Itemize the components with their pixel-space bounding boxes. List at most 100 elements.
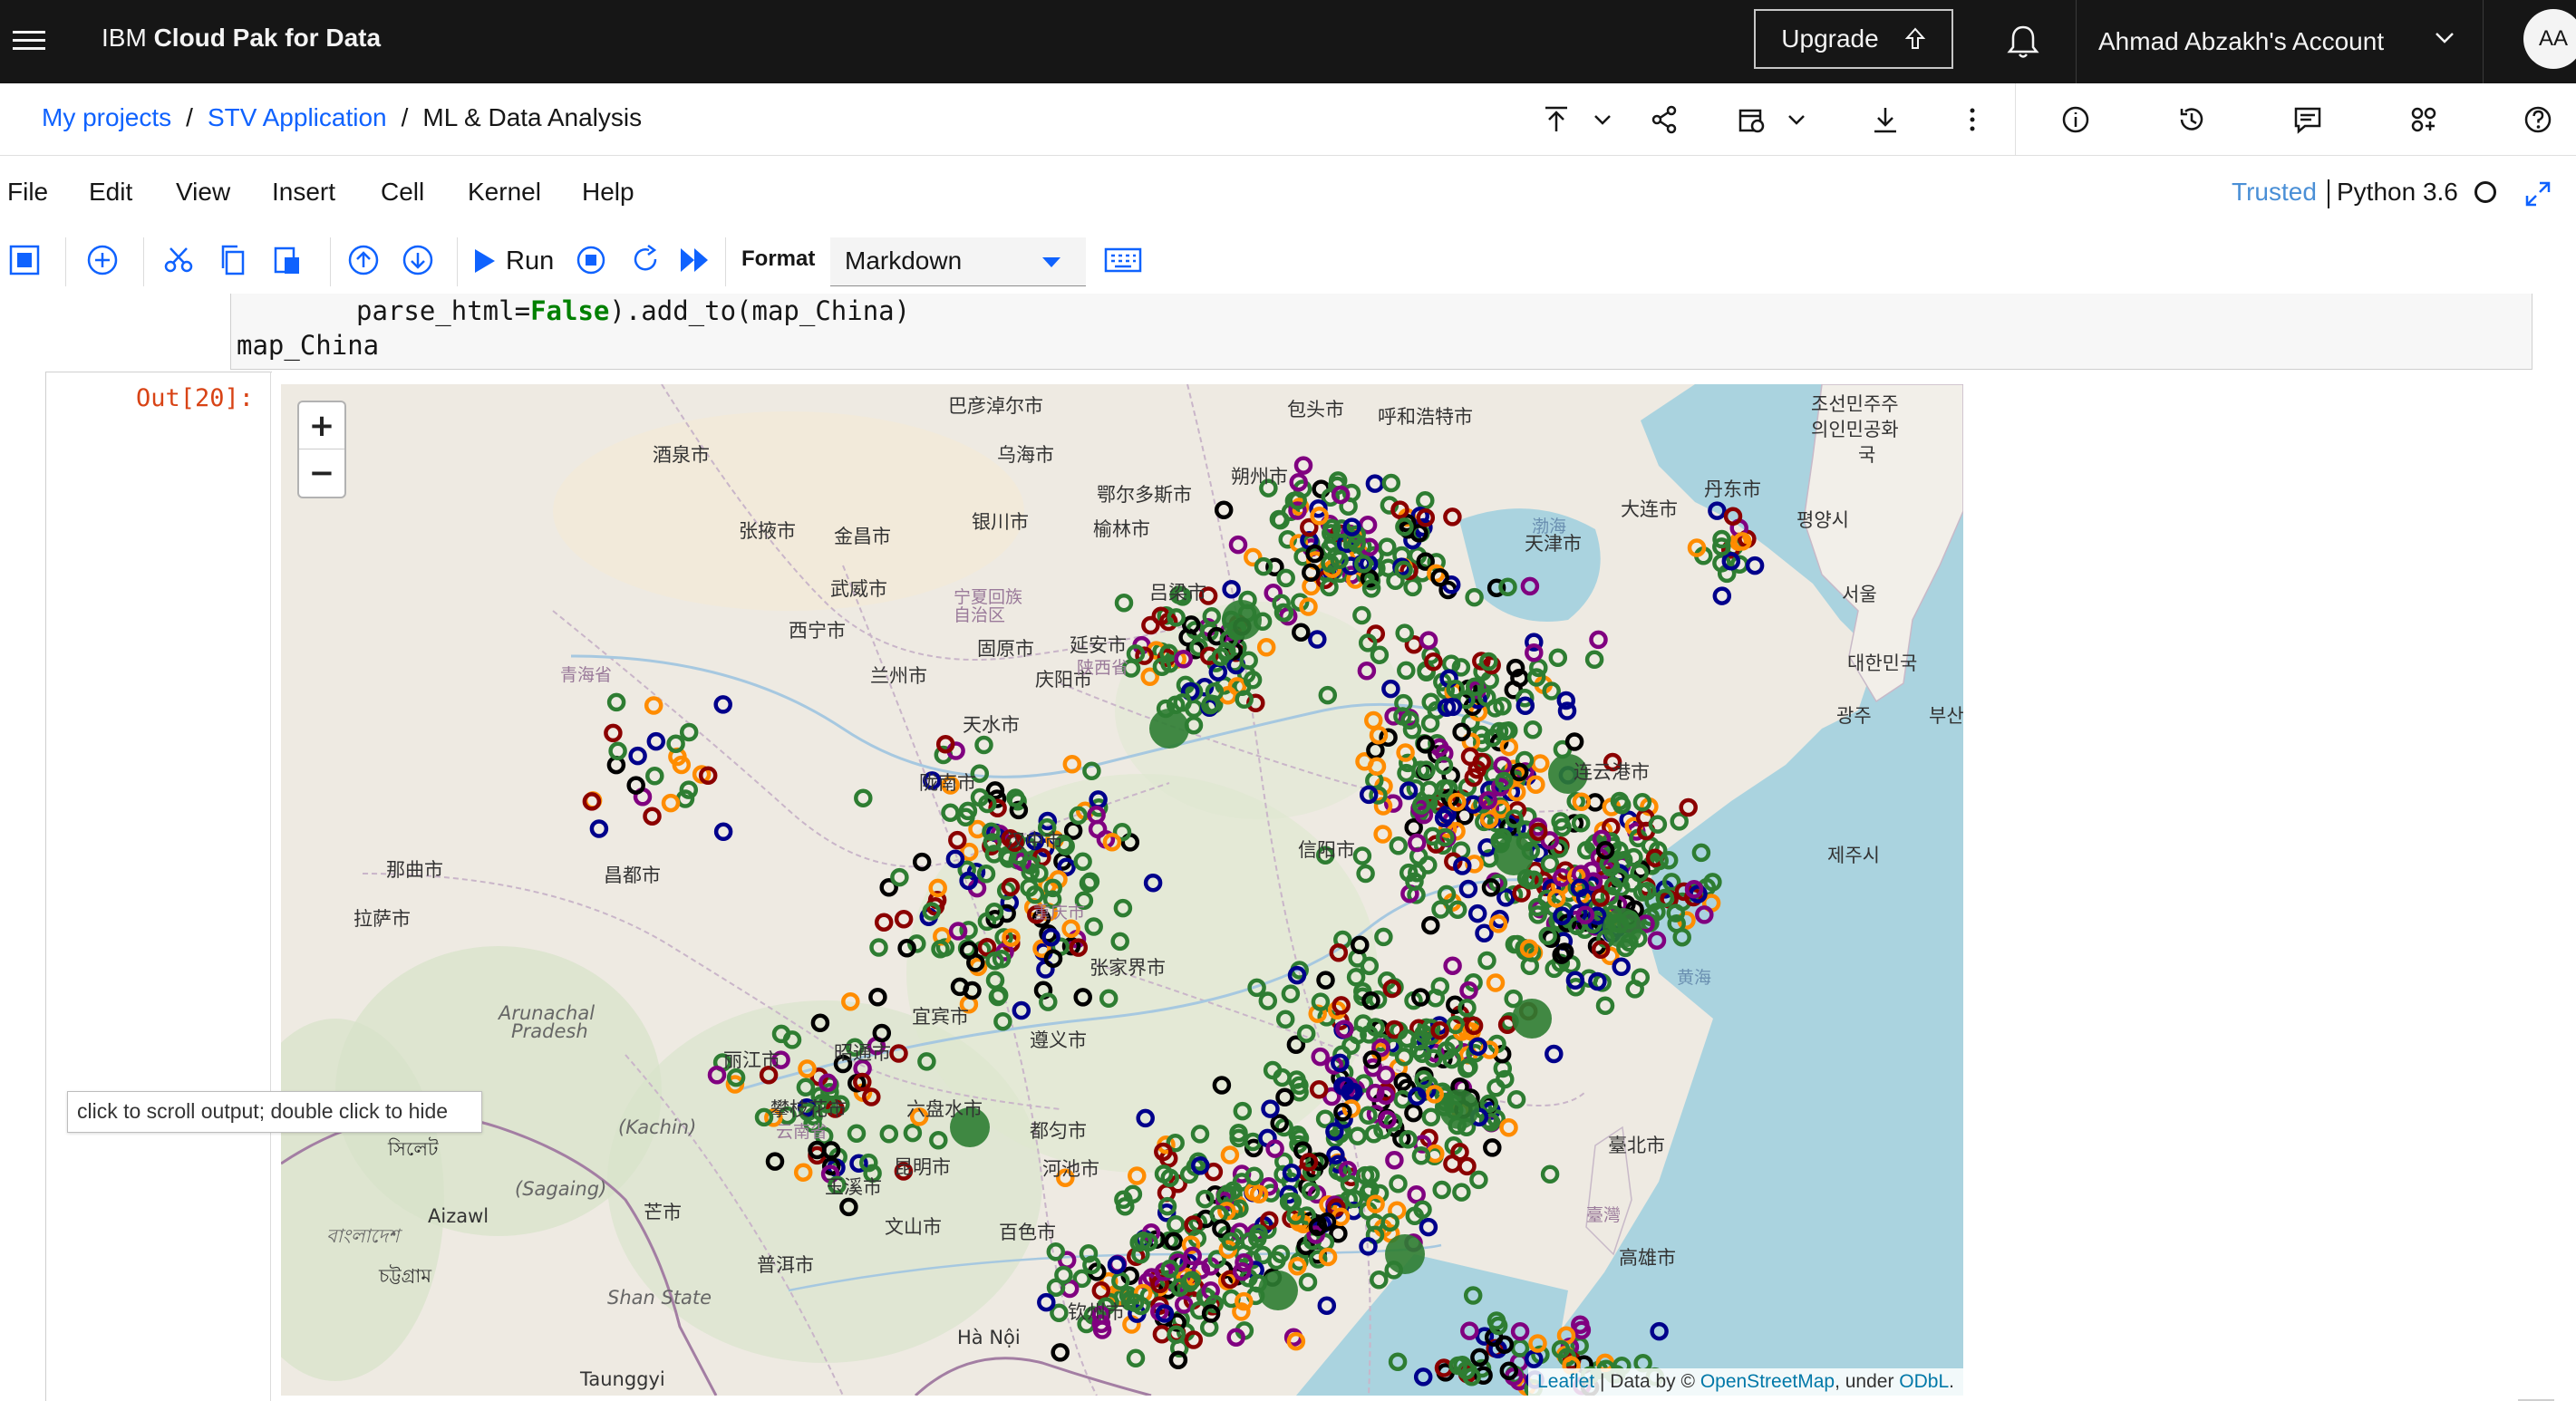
map-circle-marker[interactable] [868, 988, 887, 1007]
map-marker-cluster[interactable] [1149, 709, 1189, 749]
map-circle-marker[interactable] [1051, 1343, 1070, 1362]
menu-edit[interactable]: Edit [89, 178, 132, 207]
notification-bell-icon[interactable] [2001, 20, 2045, 63]
map-circle-marker[interactable] [874, 913, 894, 932]
map-marker-cluster[interactable] [1603, 908, 1642, 948]
map-circle-marker[interactable] [1540, 1164, 1560, 1184]
paste-icon[interactable] [268, 241, 306, 279]
menu-kernel[interactable]: Kernel [468, 178, 541, 207]
osm-link[interactable]: OpenStreetMap [1700, 1371, 1835, 1392]
map-circle-marker[interactable] [1397, 661, 1416, 681]
odbl-link[interactable]: ODbL [1899, 1371, 1949, 1392]
map-circle-marker[interactable] [1389, 836, 1409, 855]
map-circle-marker[interactable] [1317, 1296, 1337, 1315]
folium-map[interactable]: + − 巴彦淖尔市 包头市 呼和浩特市 乌海市 酒泉市 鄂尔多斯市 朔州市 张掖市 金昌市 银川市… [281, 384, 1963, 1396]
map-circle-marker[interactable] [890, 867, 909, 887]
share-icon[interactable] [1646, 101, 1682, 138]
map-circle-marker[interactable] [1298, 1272, 1318, 1291]
map-circle-marker[interactable] [1595, 996, 1615, 1015]
breadcrumb-my-projects[interactable]: My projects [42, 103, 171, 131]
map-circle-marker[interactable] [1404, 1103, 1423, 1123]
menu-insert[interactable]: Insert [272, 178, 335, 207]
map-circle-marker[interactable] [948, 830, 967, 850]
map-circle-marker[interactable] [1452, 1183, 1471, 1202]
kernel-name[interactable]: Python 3.6 [2337, 178, 2458, 207]
map-circle-marker[interactable] [1374, 927, 1393, 947]
map-circle-marker[interactable] [628, 746, 647, 766]
move-down-icon[interactable] [399, 241, 437, 279]
map-circle-marker[interactable] [1443, 956, 1462, 975]
copy-icon[interactable] [214, 241, 252, 279]
map-marker-cluster[interactable] [1258, 1271, 1298, 1310]
leaflet-link[interactable]: Leaflet [1537, 1371, 1594, 1392]
fast-forward-icon[interactable] [676, 241, 714, 279]
map-circle-marker[interactable] [644, 696, 663, 715]
map-circle-marker[interactable] [1352, 605, 1371, 625]
map-circle-marker[interactable] [1365, 474, 1385, 493]
map-circle-marker[interactable] [1419, 1217, 1438, 1237]
upgrade-button[interactable]: Upgrade [1754, 9, 1953, 69]
map-circle-marker[interactable] [1712, 586, 1732, 605]
map-circle-marker[interactable] [606, 692, 626, 712]
map-circle-marker[interactable] [1679, 797, 1698, 817]
map-circle-marker[interactable] [679, 722, 699, 742]
map-circle-marker[interactable] [1457, 1156, 1477, 1176]
map-circle-marker[interactable] [1431, 900, 1450, 919]
run-button[interactable]: Run [471, 241, 554, 281]
cell-format-dropdown[interactable]: Markdown [830, 237, 1086, 286]
map-circle-marker[interactable] [604, 723, 623, 743]
map-circle-marker[interactable] [894, 909, 914, 929]
map-circle-marker[interactable] [1381, 473, 1401, 493]
map-circle-marker[interactable] [1352, 846, 1372, 865]
map-circle-marker[interactable] [1465, 587, 1484, 607]
map-circle-marker[interactable] [1389, 1174, 1408, 1193]
map-circle-marker[interactable] [1670, 812, 1689, 831]
overflow-menu-icon[interactable] [1954, 101, 1990, 138]
hamburger-menu-icon[interactable] [13, 25, 45, 58]
map-circle-marker[interactable] [1421, 1107, 1441, 1126]
map-circle-marker[interactable] [1403, 577, 1422, 597]
map-circle-marker[interactable] [1523, 720, 1543, 739]
map-circle-marker[interactable] [1545, 1044, 1564, 1064]
map-circle-marker[interactable] [1395, 623, 1414, 643]
map-circle-marker[interactable] [1126, 1348, 1146, 1368]
add-cell-icon[interactable] [83, 241, 121, 279]
map-circle-marker[interactable] [1432, 1180, 1451, 1200]
map-circle-marker[interactable] [941, 803, 960, 823]
map-circle-marker[interactable] [643, 807, 662, 826]
map-circle-marker[interactable] [1548, 648, 1568, 668]
map-circle-marker[interactable] [1648, 815, 1668, 834]
comments-icon[interactable] [2290, 101, 2326, 138]
map-marker-cluster[interactable] [1222, 600, 1262, 640]
map-circle-marker[interactable] [645, 767, 664, 786]
map-circle-marker[interactable] [1531, 754, 1550, 773]
map-circle-marker[interactable] [1540, 854, 1560, 874]
cut-icon[interactable] [160, 241, 198, 279]
publish-icon[interactable] [1538, 101, 1574, 138]
map-circle-marker[interactable] [1167, 1214, 1186, 1234]
map-circle-marker[interactable] [1564, 732, 1584, 751]
map-circle-marker[interactable] [1612, 957, 1631, 977]
map-circle-marker[interactable] [869, 938, 888, 957]
account-switcher[interactable]: Ahmad Abzakh's Account [2076, 0, 2484, 83]
map-circle-marker[interactable] [1589, 630, 1608, 650]
map-marker-cluster[interactable] [1439, 1089, 1479, 1129]
map-marker-cluster[interactable] [1512, 999, 1552, 1039]
map-circle-marker[interactable] [1385, 1150, 1404, 1170]
map-circle-marker[interactable] [1419, 631, 1438, 650]
map-circle-marker[interactable] [1499, 1118, 1518, 1137]
info-icon[interactable] [2058, 101, 2094, 138]
restart-icon[interactable] [627, 241, 665, 279]
map-circle-marker[interactable] [1404, 818, 1423, 837]
map-circle-marker[interactable] [1452, 722, 1471, 741]
map-circle-marker[interactable] [1443, 507, 1462, 527]
menu-file[interactable]: File [7, 178, 48, 207]
help-icon[interactable] [2520, 101, 2556, 138]
map-circle-marker[interactable] [1378, 537, 1397, 556]
map-circle-marker[interactable] [589, 819, 609, 838]
user-avatar[interactable]: AA [2523, 9, 2576, 69]
code-cell-input[interactable]: parse_html=False).add_to(map_China) map_… [230, 294, 2532, 370]
map-circle-marker[interactable] [713, 822, 733, 842]
map-circle-marker[interactable] [854, 788, 873, 807]
map-circle-marker[interactable] [1421, 915, 1440, 935]
